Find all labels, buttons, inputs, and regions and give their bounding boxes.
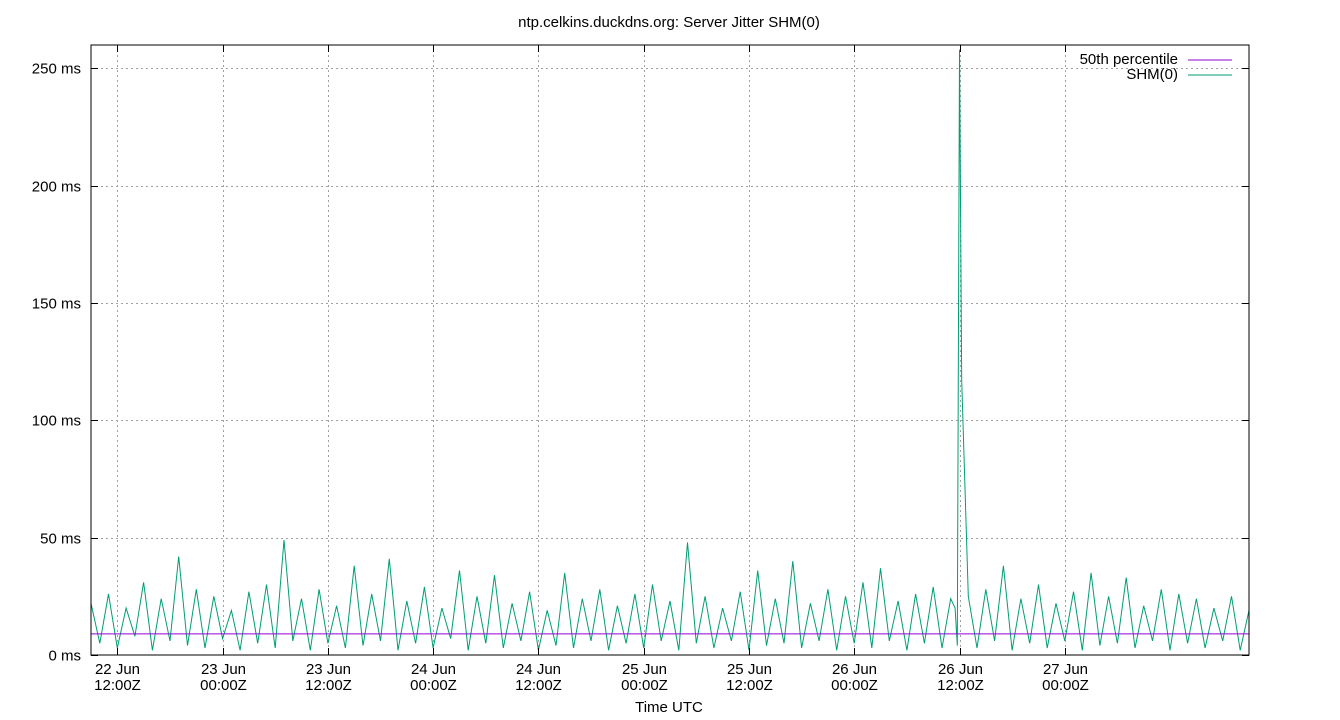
x-tick-label-date: 26 Jun bbox=[832, 661, 877, 678]
y-tick-label: 200 ms bbox=[32, 179, 81, 196]
x-tick-label-time: 00:00Z bbox=[410, 677, 457, 694]
x-tick-label-time: 12:00Z bbox=[937, 677, 984, 694]
x-tick-label-date: 23 Jun bbox=[306, 661, 351, 678]
x-tick-label-date: 24 Jun bbox=[411, 661, 456, 678]
y-tick-label: 0 ms bbox=[48, 648, 81, 665]
x-axis-label: Time UTC bbox=[635, 699, 703, 716]
jitter-chart: ntp.celkins.duckdns.org: Server Jitter S… bbox=[0, 0, 1340, 720]
x-tick-label-date: 25 Jun bbox=[727, 661, 772, 678]
x-tick-label-date: 27 Jun bbox=[1043, 661, 1088, 678]
y-tick-label: 150 ms bbox=[32, 296, 81, 313]
x-tick-label-date: 23 Jun bbox=[201, 661, 246, 678]
y-tick-label: 50 ms bbox=[40, 531, 81, 548]
legend-label-shm0: SHM(0) bbox=[1126, 66, 1178, 83]
x-tick-label-date: 25 Jun bbox=[622, 661, 667, 678]
x-tick-label-date: 22 Jun bbox=[95, 661, 140, 678]
y-tick-label: 250 ms bbox=[32, 61, 81, 78]
x-tick-label-time: 00:00Z bbox=[1042, 677, 1089, 694]
y-tick-label: 100 ms bbox=[32, 413, 81, 430]
x-tick-label-date: 24 Jun bbox=[516, 661, 561, 678]
x-tick-label-time: 00:00Z bbox=[200, 677, 247, 694]
x-tick-label-time: 12:00Z bbox=[305, 677, 352, 694]
x-tick-label-time: 00:00Z bbox=[621, 677, 668, 694]
x-tick-label-time: 12:00Z bbox=[515, 677, 562, 694]
x-tick-label-time: 12:00Z bbox=[94, 677, 141, 694]
x-tick-label-time: 00:00Z bbox=[831, 677, 878, 694]
x-tick-label-date: 26 Jun bbox=[938, 661, 983, 678]
x-tick-label-time: 12:00Z bbox=[726, 677, 773, 694]
chart-title: ntp.celkins.duckdns.org: Server Jitter S… bbox=[518, 14, 820, 31]
